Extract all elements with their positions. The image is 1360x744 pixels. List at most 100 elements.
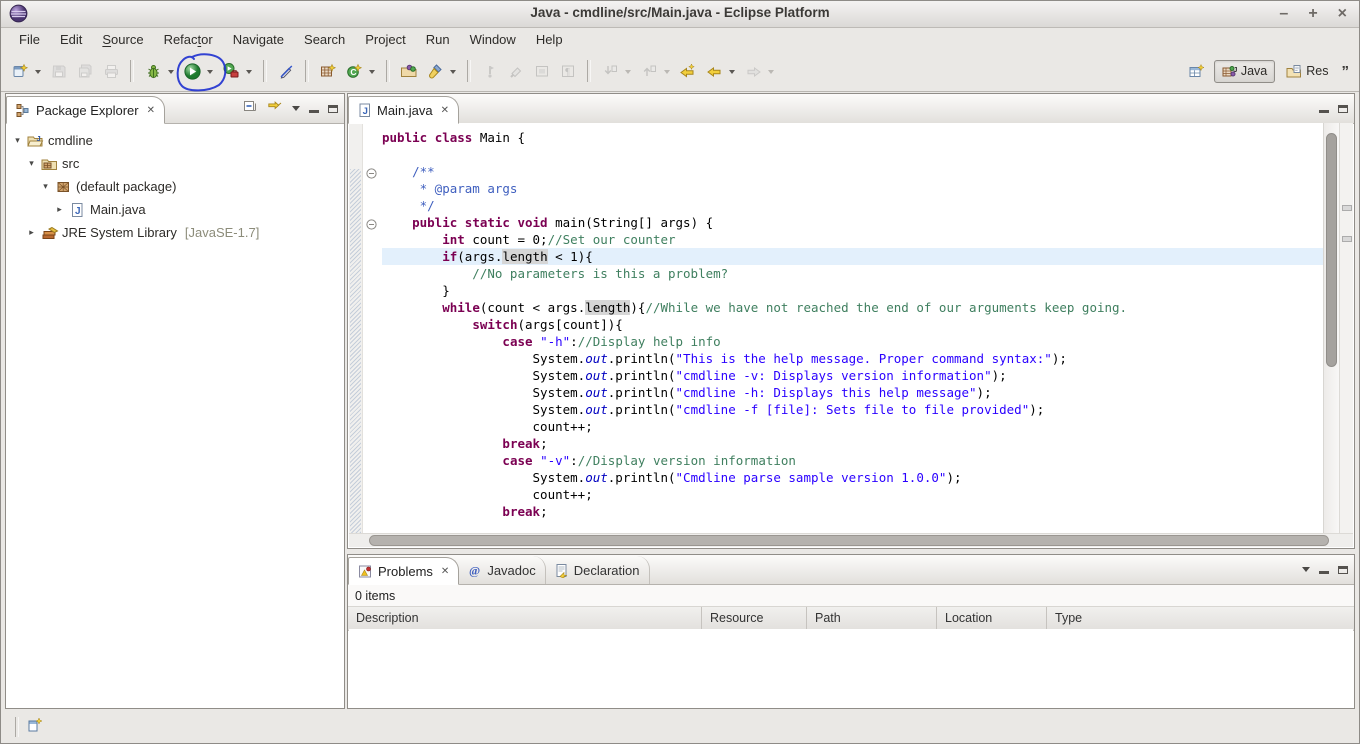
code-line[interactable]: count++; <box>382 486 1323 503</box>
save-button[interactable] <box>46 58 72 84</box>
code-line[interactable]: while(count < args.length){//While we ha… <box>382 299 1323 316</box>
tree-item-src[interactable]: ▾src <box>6 152 344 175</box>
search-button[interactable] <box>422 58 448 84</box>
open-perspective-button[interactable] <box>1184 58 1210 84</box>
collapse-all-button[interactable] <box>243 99 258 119</box>
menu-help[interactable]: Help <box>526 30 573 49</box>
mark-occurrences-pen-icon[interactable] <box>273 58 299 84</box>
code-line[interactable]: * @param args <box>382 180 1323 197</box>
code-line[interactable]: System.out.println("cmdline -v: Displays… <box>382 367 1323 384</box>
fast-view-button[interactable] <box>27 716 44 739</box>
next-annotation-dropdown[interactable] <box>625 70 631 77</box>
previous-annotation-dropdown[interactable] <box>664 70 670 77</box>
code-line[interactable]: System.out.println("cmdline -f [file]: S… <box>382 401 1323 418</box>
column-header-location[interactable]: Location <box>937 607 1047 630</box>
new-wizard-dropdown[interactable] <box>35 70 41 77</box>
link-with-editor-button[interactable] <box>267 99 283 119</box>
code-line[interactable]: switch(args[count]){ <box>382 316 1323 333</box>
new-java-project-button[interactable] <box>315 58 341 84</box>
tab-problems[interactable]: Problems ✕ <box>348 557 459 585</box>
maximize-view-button[interactable] <box>1338 566 1348 574</box>
expander-closed-icon[interactable]: ▸ <box>26 227 37 238</box>
previous-annotation-button[interactable] <box>636 58 662 84</box>
save-all-button[interactable] <box>72 58 98 84</box>
maximize-window-button[interactable]: + <box>1308 2 1317 26</box>
tree-item--default-package-[interactable]: ▾(default package) <box>6 175 344 198</box>
code-line[interactable]: count++; <box>382 418 1323 435</box>
menu-edit[interactable]: Edit <box>50 30 92 49</box>
minimize-window-button[interactable]: – <box>1279 2 1288 26</box>
column-header-type[interactable]: Type <box>1047 607 1354 630</box>
code-line[interactable]: System.out.println("cmdline -h: Displays… <box>382 384 1323 401</box>
new-wizard-button[interactable] <box>7 58 33 84</box>
tree-item-cmdline[interactable]: ▾Jcmdline <box>6 129 344 152</box>
menu-window[interactable]: Window <box>460 30 526 49</box>
show-whitespace-icon[interactable]: ¶ <box>555 58 581 84</box>
perspective-overflow-chevron[interactable]: ” <box>1342 63 1350 80</box>
fold-collapse-icon[interactable] <box>366 217 377 228</box>
back-dropdown[interactable] <box>729 70 735 77</box>
column-header-resource[interactable]: Resource <box>702 607 807 630</box>
column-header-description[interactable]: Description <box>348 607 702 630</box>
vertical-scrollbar-thumb[interactable] <box>1326 133 1337 367</box>
fold-collapse-icon[interactable] <box>366 166 377 177</box>
code-line[interactable]: int count = 0;//Set our counter <box>382 231 1323 248</box>
minimize-view-button[interactable] <box>1319 571 1329 574</box>
block-selection-icon[interactable] <box>529 58 555 84</box>
code-line[interactable]: //No parameters is this a problem? <box>382 265 1323 282</box>
code-line[interactable]: break; <box>382 503 1323 520</box>
expander-open-icon[interactable]: ▾ <box>26 158 37 169</box>
run-external-tools-button[interactable] <box>218 58 244 84</box>
code-line[interactable]: public static void main(String[] args) { <box>382 214 1323 231</box>
tree-item-main-java[interactable]: ▸JMain.java <box>6 198 344 221</box>
print-button[interactable] <box>98 58 124 84</box>
close-editor-tab-icon[interactable]: ✕ <box>441 105 449 116</box>
tab-declaration[interactable]: Declaration <box>546 556 650 584</box>
annotation-ruler[interactable] <box>349 123 363 534</box>
menu-refactor[interactable]: Refactor <box>154 30 223 49</box>
code-line[interactable]: */ <box>382 197 1323 214</box>
tab-main-java[interactable]: J Main.java ✕ <box>348 96 459 124</box>
tab-javadoc[interactable]: @ Javadoc <box>459 556 545 584</box>
code-line[interactable] <box>382 146 1323 163</box>
expander-open-icon[interactable]: ▾ <box>40 181 51 192</box>
menu-run[interactable]: Run <box>416 30 460 49</box>
code-line-current[interactable]: if(args.length < 1){ <box>382 248 1323 265</box>
code-line[interactable]: /** <box>382 163 1323 180</box>
forward-button[interactable] <box>740 58 766 84</box>
expander-closed-icon[interactable]: ▸ <box>54 204 65 215</box>
code-editor[interactable]: public class Main { /** * @param args */… <box>382 123 1323 534</box>
menu-project[interactable]: Project <box>355 30 415 49</box>
code-line[interactable]: } <box>382 282 1323 299</box>
search-dropdown[interactable] <box>450 70 456 77</box>
minimize-view-button[interactable] <box>309 110 319 113</box>
next-annotation-button[interactable] <box>597 58 623 84</box>
overview-ruler[interactable] <box>1339 123 1353 534</box>
menu-file[interactable]: File <box>9 30 50 49</box>
maximize-editor-button[interactable] <box>1338 105 1348 113</box>
clear-brush-icon[interactable] <box>503 58 529 84</box>
code-line[interactable]: case "-h"://Display help info <box>382 333 1323 350</box>
menu-source[interactable]: Source <box>92 30 153 49</box>
forward-dropdown[interactable] <box>768 70 774 77</box>
code-line[interactable]: break; <box>382 435 1323 452</box>
editor-horizontal-scrollbar[interactable] <box>349 533 1353 547</box>
horizontal-scrollbar-thumb[interactable] <box>369 535 1329 546</box>
new-java-class-button[interactable]: C <box>341 58 367 84</box>
close-package-explorer-icon[interactable]: ✕ <box>147 105 155 116</box>
close-window-button[interactable]: × <box>1338 2 1347 26</box>
code-line[interactable]: public class Main { <box>382 129 1323 146</box>
tree-item-jre-system-library[interactable]: ▸JRE System Library[JavaSE-1.7] <box>6 221 344 244</box>
back-button[interactable] <box>701 58 727 84</box>
code-line[interactable]: System.out.println("Cmdline parse sample… <box>382 469 1323 486</box>
new-class-dropdown[interactable] <box>369 70 375 77</box>
last-edit-location-button[interactable] <box>675 58 701 84</box>
debug-dropdown[interactable] <box>168 70 174 77</box>
code-line[interactable]: System.out.println("This is the help mes… <box>382 350 1323 367</box>
run-button[interactable] <box>179 58 205 84</box>
run-dropdown[interactable] <box>207 70 213 77</box>
minimize-editor-button[interactable] <box>1319 110 1329 113</box>
debug-button[interactable] <box>140 58 166 84</box>
editor-vertical-scrollbar[interactable] <box>1323 123 1339 534</box>
tab-package-explorer[interactable]: Package Explorer ✕ <box>6 96 165 124</box>
